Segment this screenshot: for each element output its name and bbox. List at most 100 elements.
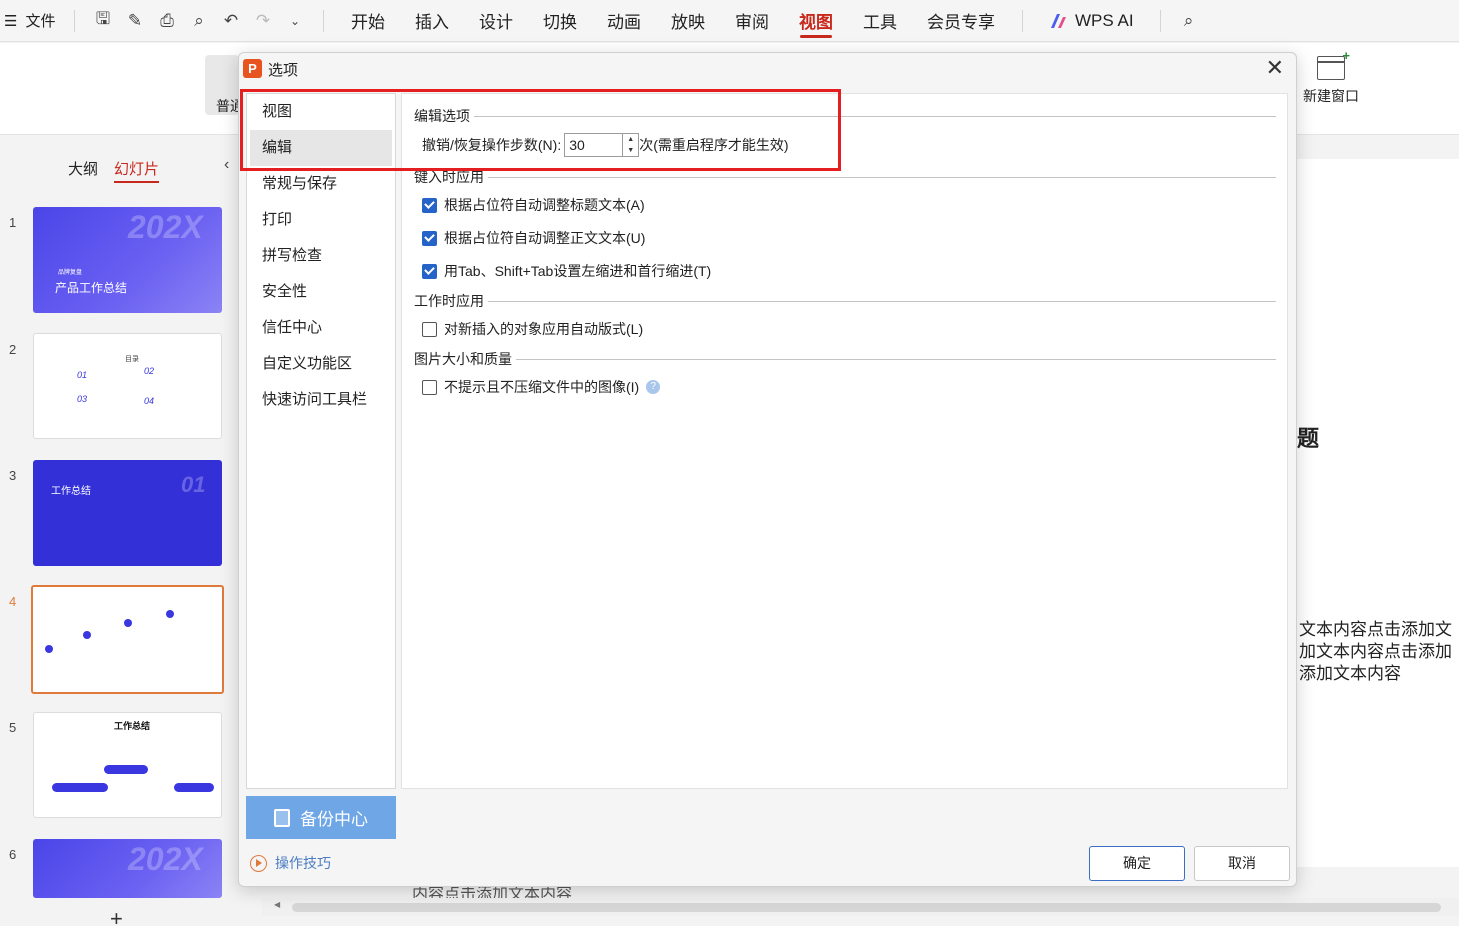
checkbox-row[interactable]: 用Tab、Shift+Tab设置左缩进和首行缩进(T) bbox=[422, 261, 711, 281]
new-window-button[interactable]: + 新建窗口 bbox=[1296, 48, 1366, 106]
scroll-left-icon[interactable]: ◀ bbox=[274, 900, 280, 909]
options-nav: 视图 编辑 常规与保存 打印 拼写检查 安全性 信任中心 自定义功能区 快速访问… bbox=[246, 93, 396, 789]
slide-toc-item: 03 bbox=[77, 394, 88, 404]
search-icon[interactable]: ⌕ bbox=[1173, 5, 1205, 37]
slide-decor-text: 01 bbox=[181, 472, 206, 497]
slide-panel: 大纲 幻灯片 ‹ 1 202X 品牌复盘 产品工作总结 2 目录 01 02 0… bbox=[0, 136, 262, 926]
dialog-titlebar: P 选项 ✕ bbox=[239, 53, 1296, 85]
decrement-icon[interactable]: ▼ bbox=[623, 145, 638, 156]
tab-slideshow[interactable]: 放映 bbox=[656, 0, 720, 42]
stepper-arrows[interactable]: ▲ ▼ bbox=[622, 133, 640, 157]
slide-pill bbox=[104, 765, 148, 774]
checkbox-row[interactable]: 不提示且不压缩文件中的图像(I) ? bbox=[422, 377, 661, 397]
collapse-panel-icon[interactable]: ‹ bbox=[224, 156, 229, 174]
checkbox-no-compress-images[interactable] bbox=[422, 379, 437, 395]
checkbox-tab-indent[interactable] bbox=[422, 263, 437, 279]
divider bbox=[474, 115, 1276, 117]
tab-insert[interactable]: 插入 bbox=[400, 0, 464, 42]
canvas-body-line: 添加文本内容 bbox=[1299, 664, 1401, 684]
play-icon bbox=[250, 854, 267, 872]
backup-center-button[interactable]: 备份中心 bbox=[246, 796, 396, 839]
new-window-icon: + bbox=[1317, 48, 1350, 80]
tab-review[interactable]: 审阅 bbox=[720, 0, 784, 42]
checkbox-row[interactable]: 根据占位符自动调整正文文本(U) bbox=[422, 228, 645, 248]
menu-bar: ☰ 文件 🖫 ✎ ⎙ ⌕ ↶ ↷ ⌄ 开始 插入 设计 切换 动画 放映 审阅 … bbox=[0, 0, 1459, 42]
checkbox-auto-fit-body[interactable] bbox=[422, 230, 437, 246]
checkbox-label: 根据占位符自动调整正文文本(U) bbox=[444, 230, 646, 246]
undo-steps-stepper[interactable]: 30 ▲ ▼ bbox=[564, 133, 640, 157]
slide-title: 目录 bbox=[125, 356, 139, 363]
nav-item-general-save[interactable]: 常规与保存 bbox=[250, 166, 392, 202]
tab-transition[interactable]: 切换 bbox=[528, 0, 592, 42]
add-slide-icon[interactable]: + bbox=[110, 906, 123, 926]
print-preview-icon[interactable]: ⌕ bbox=[183, 5, 215, 37]
wps-ai-button[interactable]: WPS AI bbox=[1035, 11, 1148, 31]
print-icon[interactable]: ⎙ bbox=[151, 5, 183, 37]
canvas-body-line: 文本内容点击添加文 bbox=[1299, 620, 1452, 640]
tab-animation[interactable]: 动画 bbox=[592, 0, 656, 42]
slide-thumbnail-2[interactable]: 目录 01 02 03 04 bbox=[33, 333, 222, 439]
tips-link[interactable]: 操作技巧 bbox=[250, 853, 331, 873]
tab-design[interactable]: 设计 bbox=[464, 0, 528, 42]
scrollbar-thumb[interactable] bbox=[292, 903, 1441, 912]
checkbox-row[interactable]: 对新插入的对象应用自动版式(L) bbox=[422, 319, 643, 339]
slide-thumbnail-6[interactable]: 202X bbox=[33, 839, 222, 898]
file-menu[interactable]: ☰ 文件 bbox=[0, 10, 62, 31]
undo-steps-input[interactable]: 30 bbox=[564, 133, 623, 157]
nav-item-view[interactable]: 视图 bbox=[250, 94, 392, 130]
checkbox-auto-fit-title[interactable] bbox=[422, 197, 437, 213]
tab-view[interactable]: 视图 bbox=[784, 0, 848, 42]
tab-slides[interactable]: 幻灯片 bbox=[114, 158, 160, 183]
slide-title: 工作总结 bbox=[114, 721, 151, 731]
close-icon[interactable]: ✕ bbox=[1266, 55, 1284, 81]
undo-icon[interactable]: ↶ bbox=[215, 5, 247, 37]
slide-toc-item: 02 bbox=[144, 366, 155, 376]
slide-thumbnail-5[interactable]: 工作总结 bbox=[33, 712, 222, 818]
wps-ai-label: WPS AI bbox=[1075, 10, 1134, 30]
checkbox-label: 根据占位符自动调整标题文本(A) bbox=[444, 197, 645, 213]
section-title: 键入时应用 bbox=[414, 169, 484, 185]
file-label: 文件 bbox=[25, 13, 56, 30]
nav-item-customize-ribbon[interactable]: 自定义功能区 bbox=[250, 346, 392, 382]
cancel-button[interactable]: 取消 bbox=[1194, 846, 1290, 881]
increment-icon[interactable]: ▲ bbox=[623, 134, 638, 145]
nav-item-trust-center[interactable]: 信任中心 bbox=[250, 310, 392, 346]
dialog-title: 选项 bbox=[268, 62, 299, 79]
canvas-body-line: 加文本内容点击添加 bbox=[1299, 642, 1452, 662]
horizontal-scrollbar[interactable]: ◀ bbox=[262, 898, 1459, 916]
slide-number: 5 bbox=[9, 720, 17, 735]
backup-icon bbox=[274, 808, 290, 827]
chevron-down-icon[interactable]: ⌄ bbox=[279, 5, 311, 37]
slide-thumbnail-1[interactable]: 202X 品牌复盘 产品工作总结 bbox=[33, 207, 222, 313]
slide-toc-item: 04 bbox=[144, 396, 155, 406]
section-title: 工作时应用 bbox=[414, 293, 484, 309]
save-icon[interactable]: 🖫 bbox=[87, 5, 119, 37]
divider bbox=[516, 358, 1276, 360]
slide-canvas[interactable]: 题 文本内容点击添加文 加文本内容点击添加 添加文本内容 bbox=[1297, 159, 1459, 867]
panel-tabs: 大纲 幻灯片 bbox=[68, 158, 160, 183]
nav-item-print[interactable]: 打印 bbox=[250, 202, 392, 238]
tab-tools[interactable]: 工具 bbox=[848, 0, 912, 42]
tab-home[interactable]: 开始 bbox=[336, 0, 400, 42]
divider bbox=[74, 9, 75, 32]
slide-thumbnail-3[interactable]: 工作总结 01 bbox=[33, 460, 222, 566]
nav-item-edit[interactable]: 编辑 bbox=[250, 130, 392, 166]
redo-icon[interactable]: ↷ bbox=[247, 5, 279, 37]
nav-item-spelling[interactable]: 拼写检查 bbox=[250, 238, 392, 274]
slide-thumbnail-4[interactable] bbox=[31, 585, 224, 694]
checkbox-auto-layout[interactable] bbox=[422, 321, 437, 337]
slide-number: 1 bbox=[9, 215, 17, 230]
tab-outline[interactable]: 大纲 bbox=[68, 158, 98, 183]
section-heading: 图片大小和质量 bbox=[414, 349, 1276, 369]
nav-item-quick-access-toolbar[interactable]: 快速访问工具栏 bbox=[250, 382, 392, 418]
help-icon[interactable]: ? bbox=[646, 380, 661, 394]
slide-subtitle: 品牌复盘 bbox=[58, 270, 83, 276]
tab-member[interactable]: 会员专享 bbox=[912, 0, 1010, 42]
checkbox-label: 用Tab、Shift+Tab设置左缩进和首行缩进(T) bbox=[444, 263, 712, 279]
nav-item-security[interactable]: 安全性 bbox=[250, 274, 392, 310]
canvas-title-fragment: 题 bbox=[1297, 426, 1320, 452]
format-painter-icon[interactable]: ✎ bbox=[119, 5, 151, 37]
checkbox-row[interactable]: 根据占位符自动调整标题文本(A) bbox=[422, 195, 645, 215]
ok-button[interactable]: 确定 bbox=[1089, 846, 1185, 881]
undo-steps-row: 撤销/恢复操作步数(N): 30 ▲ ▼ 次(需重启程序才能生效) bbox=[422, 133, 789, 157]
